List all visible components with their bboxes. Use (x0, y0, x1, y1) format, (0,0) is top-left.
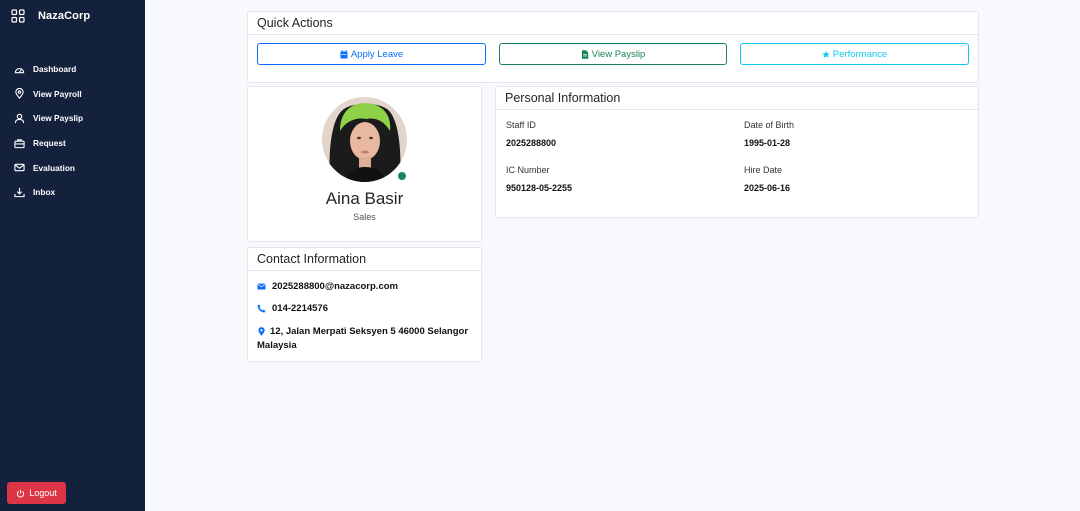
contact-email-text: 2025288800@nazacorp.com (272, 281, 398, 292)
logout-label: Logout (29, 488, 57, 498)
profile-card: Aina Basir Sales (247, 86, 482, 242)
inbox-download-icon (14, 187, 25, 197)
contact-address: 12, Jalan Merpati Seksyen 5 46000 Selang… (257, 325, 477, 353)
staff-id-label: Staff ID (506, 120, 536, 130)
sidebar-item-evaluation[interactable]: Evaluation (0, 155, 145, 180)
avatar (322, 97, 407, 182)
map-pin-icon (15, 88, 24, 100)
performance-button[interactable]: Performance (740, 43, 969, 65)
profile-name: Aina Basir (325, 189, 404, 208)
quick-actions-title: Quick Actions (248, 12, 978, 35)
dob-label: Date of Birth (744, 120, 795, 130)
view-payslip-button[interactable]: View Payslip (499, 43, 727, 65)
ic-number-label: IC Number (506, 165, 550, 175)
phone-icon (257, 304, 266, 313)
contact-phone[interactable]: 014-2214576 (257, 303, 328, 314)
apps-grid-icon (11, 9, 25, 23)
envelope-icon (257, 283, 266, 290)
sidebar-item-label: View Payroll (33, 88, 82, 99)
contact-phone-text: 014-2214576 (272, 303, 328, 314)
sidebar-item-dashboard[interactable]: Dashboard (0, 57, 145, 82)
user-icon (14, 113, 25, 124)
performance-label: Performance (832, 48, 888, 60)
personal-info-title: Personal Information (496, 87, 978, 110)
power-icon (17, 489, 25, 497)
sidebar-item-label: Inbox (33, 187, 56, 198)
sidebar-item-label: Evaluation (33, 162, 75, 173)
apply-leave-button[interactable]: Apply Leave (257, 43, 486, 65)
sidebar-item-label: View Payslip (33, 113, 84, 124)
quick-actions-card: Quick Actions Apply Leave View Payslip P… (247, 11, 979, 83)
sidebar-item-view-payroll[interactable]: View Payroll (0, 82, 145, 107)
brand[interactable]: NazaCorp (11, 9, 90, 23)
briefcase-icon (14, 138, 25, 148)
contact-address-text: 12, Jalan Merpati Seksyen 5 46000 Selang… (257, 326, 469, 351)
dashboard-icon (14, 67, 25, 74)
contact-info-title: Contact Information (248, 248, 481, 271)
ic-number-value: 950128-05-2255 (506, 183, 573, 193)
dob-value: 1995-01-28 (744, 138, 791, 148)
calendar-icon (340, 49, 348, 58)
staff-id-value: 2025288800 (506, 138, 557, 148)
avatar-image (322, 97, 407, 182)
personal-info-card: Personal Information Staff ID 2025288800… (495, 86, 979, 218)
logout-button[interactable]: Logout (7, 482, 66, 504)
online-status-dot (397, 171, 407, 181)
sidebar-item-view-payslip[interactable]: View Payslip (0, 106, 145, 131)
sidebar: NazaCorp Dashboard View Payroll View Pay… (0, 0, 145, 511)
contact-info-card: Contact Information 2025288800@nazacorp.… (247, 247, 482, 362)
profile-department: Sales (353, 212, 376, 222)
envelope-icon (14, 163, 25, 172)
brand-name: NazaCorp (38, 10, 91, 22)
sidebar-item-inbox[interactable]: Inbox (0, 180, 145, 205)
hire-date-label: Hire Date (744, 165, 783, 175)
sidebar-item-request[interactable]: Request (0, 131, 145, 156)
sidebar-nav: Dashboard View Payroll View Payslip Requ… (0, 57, 145, 205)
star-icon (822, 50, 830, 58)
view-payslip-label: View Payslip (591, 48, 646, 60)
sidebar-item-label: Request (33, 138, 66, 149)
hire-date-value: 2025-06-16 (744, 183, 791, 193)
contact-email[interactable]: 2025288800@nazacorp.com (257, 281, 398, 292)
apply-leave-label: Apply Leave (350, 48, 404, 60)
file-icon (581, 49, 588, 59)
sidebar-item-label: Dashboard (33, 64, 77, 75)
